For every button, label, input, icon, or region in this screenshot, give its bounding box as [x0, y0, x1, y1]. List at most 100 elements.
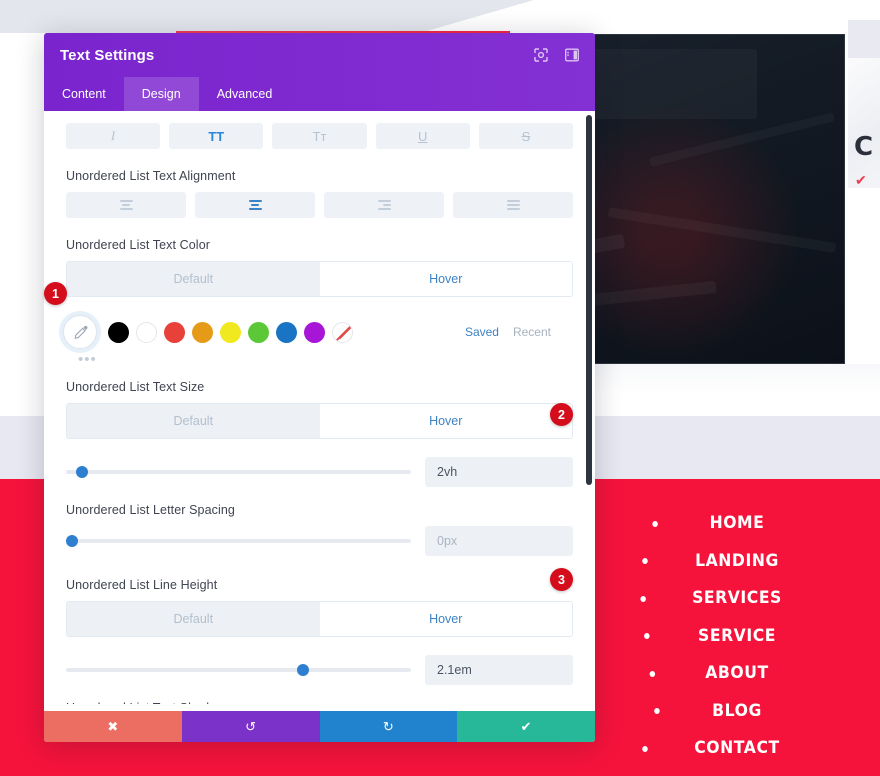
- right-card-header-band: [848, 20, 880, 58]
- letter-spacing-placeholder: 0px: [437, 534, 458, 548]
- swatch-red[interactable]: [164, 321, 185, 343]
- line-height-input[interactable]: 2.1em: [425, 655, 573, 685]
- slider-knob[interactable]: [66, 535, 78, 547]
- bullet-icon: [642, 745, 648, 752]
- redo-icon: ↻: [382, 718, 394, 734]
- modal-header: Text Settings: [44, 33, 595, 77]
- slider-knob[interactable]: [297, 664, 310, 676]
- footer-nav-item-blog[interactable]: BLOG: [605, 693, 868, 731]
- tab-content[interactable]: Content: [44, 77, 124, 111]
- modal-tabs: Content Design Advanced: [44, 77, 595, 111]
- color-picker-button[interactable]: [63, 315, 97, 349]
- saved-colors-link[interactable]: Saved: [465, 325, 499, 339]
- letter-spacing-input[interactable]: 0px: [425, 526, 573, 556]
- bullet-icon: [642, 558, 648, 565]
- align-right-button[interactable]: [324, 192, 444, 218]
- strikethrough-button[interactable]: S: [478, 123, 574, 149]
- italic-button[interactable]: I: [66, 123, 161, 149]
- text-color-hover-tab[interactable]: Hover: [319, 262, 572, 296]
- footer-nav-item-home[interactable]: HOME: [605, 505, 868, 543]
- swatch-black[interactable]: [108, 321, 129, 343]
- saved-recent-links: Saved Recent: [465, 325, 551, 339]
- tab-design[interactable]: Design: [123, 77, 199, 111]
- bullet-icon: [644, 633, 650, 640]
- align-left-icon: [119, 199, 133, 211]
- swatch-purple[interactable]: [304, 321, 325, 343]
- footer-nav-label: CONTACT: [694, 738, 780, 758]
- underline-button[interactable]: U: [375, 123, 470, 149]
- bullet-icon: [654, 708, 660, 715]
- footer-nav-item-service[interactable]: SERVICE: [605, 618, 868, 656]
- line-height-label: Unordered List Line Height: [66, 578, 218, 592]
- right-card-photo: [848, 58, 880, 188]
- line-height-slider-row: 2.1em: [66, 655, 573, 685]
- slider-track: [66, 470, 411, 474]
- text-color-default-tab[interactable]: Default: [67, 262, 320, 296]
- modal-header-icons: [533, 48, 579, 63]
- undo-button[interactable]: ↺: [181, 711, 320, 742]
- check-icon: ✔: [855, 172, 867, 188]
- footer-nav-label: SERVICE: [698, 625, 776, 646]
- swatch-orange[interactable]: [192, 321, 213, 343]
- tab-advanced[interactable]: Advanced: [199, 77, 291, 111]
- text-settings-modal: Text Settings Content Design Advanced I …: [44, 33, 595, 742]
- slider-knob[interactable]: [76, 466, 89, 478]
- text-color-state-toggle: Default Hover: [66, 261, 573, 297]
- footer-nav-item-services[interactable]: SERVICES: [605, 580, 868, 618]
- slider-track: [66, 668, 411, 672]
- letter-spacing-slider[interactable]: [66, 531, 411, 551]
- line-height-value: 2.1em: [437, 663, 472, 677]
- uppercase-button[interactable]: TT: [169, 123, 264, 149]
- text-size-default-tab[interactable]: Default: [67, 404, 320, 438]
- line-height-default-tab[interactable]: Default: [67, 602, 320, 636]
- small-caps-button[interactable]: Tт: [272, 123, 367, 149]
- bullet-icon: [652, 520, 658, 527]
- panel-layout-icon[interactable]: [564, 48, 579, 63]
- align-justify-button[interactable]: [453, 192, 573, 218]
- swatch-white[interactable]: [136, 321, 157, 343]
- footer-nav-label: BLOG: [712, 700, 762, 721]
- footer-nav-item-about[interactable]: ABOUT: [605, 655, 868, 693]
- align-center-icon: [248, 199, 262, 211]
- swatch-blue[interactable]: [276, 321, 297, 343]
- text-size-value: 2vh: [437, 465, 458, 479]
- line-height-slider[interactable]: [66, 660, 411, 680]
- color-swatch-row: Saved Recent: [63, 315, 573, 349]
- align-center-button[interactable]: [195, 192, 315, 218]
- text-size-input[interactable]: 2vh: [425, 457, 573, 487]
- text-size-state-toggle: Default Hover: [66, 403, 573, 439]
- modal-body: I TT Tт U S Unordered List Text Alignmen…: [44, 111, 595, 704]
- page-white-band: [594, 364, 880, 416]
- redo-button[interactable]: ↻: [319, 711, 458, 742]
- alignment-label: Unordered List Text Alignment: [66, 169, 236, 183]
- text-size-hover-tab[interactable]: Hover: [319, 404, 572, 438]
- footer-nav-item-contact[interactable]: CONTACT: [605, 730, 868, 768]
- modal-scrollbar-thumb[interactable]: [586, 115, 592, 485]
- recent-colors-link[interactable]: Recent: [513, 325, 551, 339]
- footer-nav: HOME LANDING SERVICES SERVICE ABOUT BLOG…: [594, 479, 880, 776]
- text-size-slider-row: 2vh: [66, 457, 573, 487]
- fullscreen-icon[interactable]: [533, 48, 548, 63]
- align-left-button[interactable]: [66, 192, 186, 218]
- more-colors-button[interactable]: •••: [78, 351, 573, 368]
- line-height-state-toggle: Default Hover: [66, 601, 573, 637]
- slider-track: [66, 539, 411, 543]
- line-height-hover-tab[interactable]: Hover: [319, 602, 572, 636]
- text-size-slider[interactable]: [66, 462, 411, 482]
- modal-action-bar: ✖ ↺ ↻ ✔: [44, 711, 595, 742]
- footer-nav-item-landing[interactable]: LANDING: [605, 543, 868, 581]
- swatch-none[interactable]: [332, 321, 353, 343]
- bullet-icon: [640, 595, 646, 602]
- check-icon: ✔: [520, 718, 532, 734]
- swatch-yellow[interactable]: [220, 321, 241, 343]
- alignment-button-row: [66, 192, 573, 218]
- screenshot-root: APPOINTMENT spiciatis unde omnis iste na…: [0, 0, 880, 776]
- save-button[interactable]: ✔: [457, 711, 595, 742]
- footer-nav-label: ABOUT: [705, 663, 769, 683]
- cancel-button[interactable]: ✖: [44, 711, 182, 742]
- swatch-green[interactable]: [248, 321, 269, 343]
- text-size-label: Unordered List Text Size: [66, 380, 205, 394]
- text-shadow-label: Unordered List Text Shadow: [66, 701, 573, 704]
- align-right-icon: [377, 199, 391, 211]
- text-format-button-row: I TT Tт U S: [66, 123, 574, 149]
